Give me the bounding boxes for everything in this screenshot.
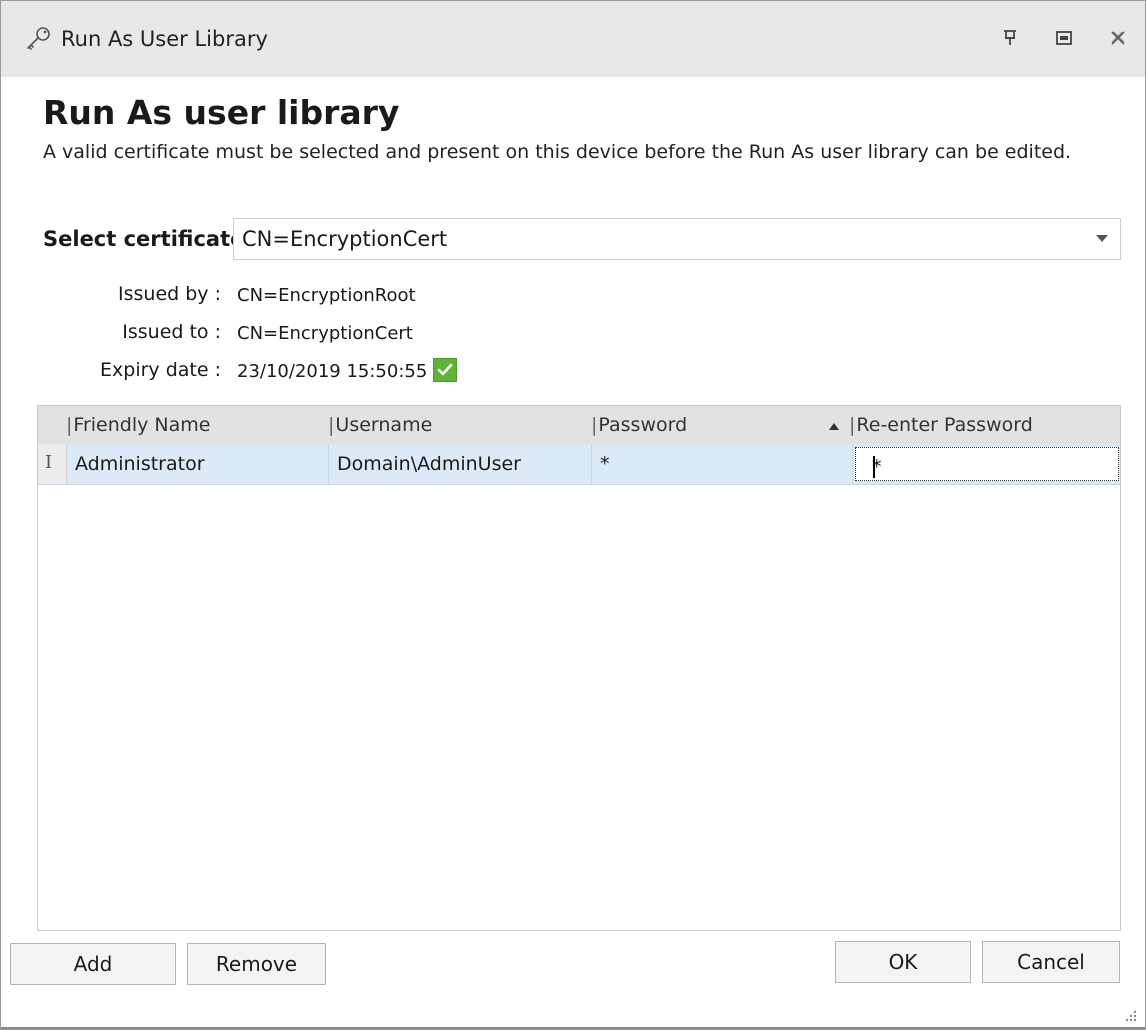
expiry-date-label: Expiry date : — [100, 359, 221, 381]
chevron-down-icon[interactable] — [1096, 235, 1108, 242]
column-header-password[interactable]: Password — [591, 414, 687, 436]
issued-by-value: CN=EncryptionRoot — [237, 285, 416, 306]
close-icon[interactable] — [1103, 23, 1133, 53]
certificate-dropdown[interactable]: CN=EncryptionCert — [233, 218, 1121, 260]
pin-icon[interactable] — [995, 23, 1025, 53]
cell-friendly-name[interactable]: Administrator — [67, 444, 329, 484]
issued-to-value: CN=EncryptionCert — [237, 323, 413, 344]
table-row[interactable]: I Administrator Domain\AdminUser * * — [38, 444, 1120, 485]
grid-header: Friendly Name Username Password Re-enter… — [38, 406, 1120, 444]
cancel-button[interactable]: Cancel — [982, 941, 1120, 983]
issued-by-label: Issued by : — [118, 283, 221, 305]
page-description: A valid certificate must be selected and… — [43, 141, 1072, 163]
restore-icon[interactable] — [1049, 23, 1079, 53]
remove-button[interactable]: Remove — [187, 943, 326, 985]
column-header-reenter-password[interactable]: Re-enter Password — [849, 414, 1032, 436]
resize-grip-icon[interactable] — [1123, 1007, 1137, 1022]
text-caret — [873, 456, 875, 478]
cell-password[interactable]: * — [592, 444, 853, 484]
select-certificate-label: Select certificate — [43, 227, 245, 251]
certificate-selected-value: CN=EncryptionCert — [242, 227, 448, 251]
run-as-user-library-window: Run As User Library Run As user library … — [0, 0, 1146, 1030]
issued-to-label: Issued to : — [122, 321, 221, 343]
column-header-friendly-name[interactable]: Friendly Name — [66, 414, 210, 436]
cell-username[interactable]: Domain\AdminUser — [329, 444, 592, 484]
cell-reenter-password-editor[interactable]: * — [855, 447, 1119, 481]
check-icon — [433, 358, 457, 382]
window-title: Run As User Library — [61, 27, 268, 51]
ok-button[interactable]: OK — [835, 941, 971, 983]
run-as-users-grid[interactable]: Friendly Name Username Password Re-enter… — [37, 405, 1121, 931]
title-bar: Run As User Library — [1, 1, 1145, 77]
page-title: Run As user library — [43, 93, 400, 132]
key-icon — [23, 25, 53, 51]
column-header-username[interactable]: Username — [328, 414, 432, 436]
expiry-date-value: 23/10/2019 15:50:55 — [237, 361, 428, 382]
row-edit-indicator: I — [38, 444, 67, 484]
add-button[interactable]: Add — [10, 943, 176, 985]
sort-ascending-icon — [829, 423, 839, 430]
text-cursor-icon: I — [45, 452, 53, 473]
